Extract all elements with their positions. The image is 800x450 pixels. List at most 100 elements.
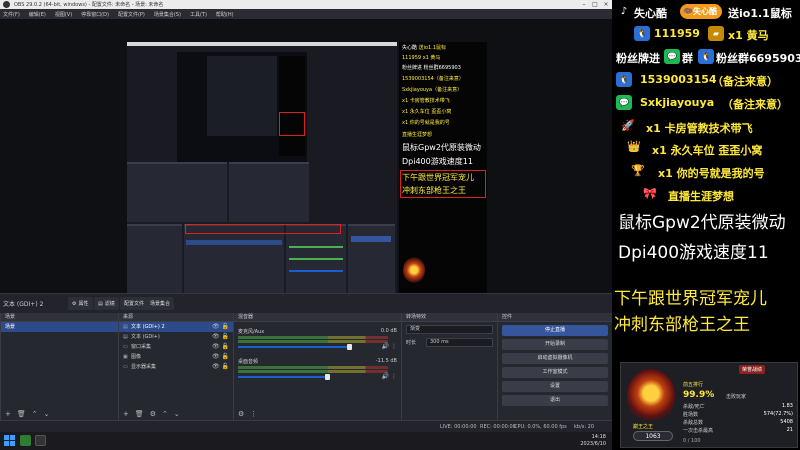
studio-mode-button[interactable]: 工作室模式 bbox=[502, 367, 608, 378]
volume-meter bbox=[238, 366, 388, 369]
rank-badge-icon bbox=[627, 369, 675, 423]
sources-footer: + 🗑 ⚙ ⌃ ⌄ bbox=[119, 408, 233, 420]
duration-input[interactable]: 300 ms bbox=[426, 338, 493, 347]
channel-db: 0.0 dB bbox=[380, 328, 397, 334]
donor-name: 失心酷 bbox=[634, 7, 667, 20]
scenes-panel: 场景 场景 + 🗑 ⌃ ⌄ bbox=[0, 313, 118, 420]
add-icon[interactable]: + bbox=[123, 410, 129, 418]
arrow-up-icon[interactable]: ⌃ bbox=[162, 410, 168, 418]
transition-type-select[interactable]: 渐变 bbox=[406, 325, 493, 334]
source-item[interactable]: ▭ 窗口采集 👁 🔓 bbox=[119, 342, 233, 352]
arrow-down-icon[interactable]: ⌄ bbox=[44, 410, 50, 418]
nested-pane-scenes bbox=[127, 224, 182, 299]
wechat-note: （备注来意） bbox=[722, 98, 788, 111]
eye-lock-icon[interactable]: 👁 🔓 bbox=[212, 362, 229, 372]
eye-lock-icon[interactable]: 👁 🔓 bbox=[212, 342, 229, 352]
fan-badge-icon: 🍩 bbox=[683, 7, 693, 16]
channel-name: 麦克风/Aux bbox=[238, 329, 265, 335]
source-item[interactable]: ▣ 图像 👁 🔓 bbox=[119, 352, 233, 362]
stat-key: 杀敌总数 bbox=[683, 420, 704, 426]
volume-fader-knob[interactable] bbox=[347, 344, 352, 350]
minimize-icon[interactable]: – bbox=[580, 1, 588, 8]
eye-lock-icon[interactable]: 👁 🔓 bbox=[212, 332, 229, 342]
scene-collection-button[interactable]: 场景集合 bbox=[146, 297, 175, 310]
filter-icon: ▤ bbox=[98, 300, 103, 307]
nested-pane-sources-2 bbox=[184, 224, 284, 299]
more-icon[interactable]: ⋮ bbox=[250, 410, 257, 418]
group-label: 群 bbox=[682, 52, 693, 65]
preview-area[interactable]: 失心酷 送io1.1鼠标 111959 x1 黄马 粉丝牌进 粉丝群669590… bbox=[0, 19, 612, 308]
stat-value: 21 bbox=[786, 427, 793, 433]
nested-big2: Dpi400游戏速度11 bbox=[402, 157, 473, 166]
text-icon: ▤ bbox=[123, 334, 128, 340]
channel-name: 桌面音频 bbox=[238, 359, 259, 365]
menu-help[interactable]: 帮助(H) bbox=[216, 11, 234, 18]
filters-button[interactable]: ▤ 滤镜 bbox=[94, 297, 119, 310]
trash-icon[interactable]: 🗑 bbox=[17, 410, 26, 418]
mixer-panel: 混音器 麦克风/Aux 0.0 dB 🔊 ⋮ 桌面音频 -11.5 dB 🔊 ⋮… bbox=[233, 313, 401, 420]
menu-scene-collection[interactable]: 场景集合(S) bbox=[154, 11, 181, 18]
volume-fader-knob[interactable] bbox=[325, 374, 330, 380]
menu-profile[interactable]: 配置文件(P) bbox=[118, 11, 145, 18]
preview-canvas[interactable]: 失心酷 送io1.1鼠标 111959 x1 黄马 粉丝牌进 粉丝群669590… bbox=[127, 42, 487, 308]
more-icon[interactable]: ⋮ bbox=[391, 343, 397, 350]
nested-obs-capture bbox=[127, 42, 397, 304]
source-item[interactable]: ▤ 文本 (GDI+) 2 👁 🔓 bbox=[119, 322, 233, 332]
contact-note: （备注来意） bbox=[712, 75, 778, 88]
source-label: 文本 (GDI+) 2 bbox=[131, 324, 165, 330]
filters-label: 滤镜 bbox=[104, 301, 115, 307]
settings-button[interactable]: 设置 bbox=[502, 381, 608, 392]
qq-number: 111959 bbox=[654, 27, 700, 40]
add-icon[interactable]: + bbox=[5, 410, 11, 418]
gift-line6: x1 卡房管教技术带飞 bbox=[646, 122, 753, 135]
exit-button[interactable]: 退出 bbox=[502, 395, 608, 406]
profile-button[interactable]: 配置文件 bbox=[120, 297, 149, 310]
volume-fader-track[interactable] bbox=[238, 346, 347, 348]
profile-label: 配置文件 bbox=[124, 301, 145, 307]
nested-title-bar bbox=[127, 42, 397, 46]
volume-fader-track[interactable] bbox=[238, 376, 325, 378]
gift-line8: x1 你的号就是我的号 bbox=[658, 167, 765, 180]
more-icon[interactable]: ⋮ bbox=[391, 373, 397, 380]
source-label: 文本 (GDI+) bbox=[131, 334, 160, 340]
stop-streaming-button[interactable]: 停止直播 bbox=[502, 325, 608, 336]
source-item[interactable]: ▤ 文本 (GDI+) 👁 🔓 bbox=[119, 332, 233, 342]
source-item[interactable]: ▭ 显示器采集 👁 🔓 bbox=[119, 362, 233, 372]
scene-item[interactable]: 场景 bbox=[1, 322, 118, 332]
eye-lock-icon[interactable]: 👁 🔓 bbox=[212, 322, 229, 332]
trash-icon[interactable]: 🗑 bbox=[135, 410, 144, 418]
clock: 14:18 2023/6/10 bbox=[580, 434, 606, 448]
status-bar: LIVE: 00:00:00 REC: 00:00:00 CPU: 0.0%, … bbox=[0, 420, 612, 432]
honor-tab[interactable]: 荣誉战绩 bbox=[739, 365, 766, 374]
close-icon[interactable]: × bbox=[602, 1, 610, 8]
arrow-up-icon[interactable]: ⌃ bbox=[32, 410, 38, 418]
wechat-icon: 💬 bbox=[664, 49, 680, 64]
speaker-icon[interactable]: 🔊 bbox=[382, 343, 389, 350]
crown-gift-icon: 👑 bbox=[627, 140, 641, 153]
obs-logo-icon bbox=[3, 1, 10, 8]
menu-edit[interactable]: 编辑(E) bbox=[29, 11, 46, 18]
gear-icon[interactable]: ⚙ bbox=[150, 410, 156, 418]
nested-line4: 1539003154（备注来意） bbox=[402, 76, 464, 82]
stat-key: 杀敌/死亡 bbox=[683, 404, 705, 410]
gear-icon[interactable]: ⚙ bbox=[238, 410, 244, 418]
maximize-icon[interactable]: □ bbox=[591, 1, 599, 8]
start-virtual-camera-button[interactable]: 启动虚拟摄像机 bbox=[502, 353, 608, 364]
rank-score: 1063 bbox=[633, 431, 673, 441]
wechat-id: Sxkjiayouya bbox=[640, 96, 715, 109]
menu-view[interactable]: 视图(V) bbox=[55, 11, 72, 18]
rank-label: 前五排行 bbox=[683, 382, 704, 388]
menu-file[interactable]: 文件(F) bbox=[3, 11, 20, 18]
app-icon[interactable] bbox=[20, 435, 31, 446]
speaker-icon[interactable]: 🔊 bbox=[382, 373, 389, 380]
windows-start-icon[interactable] bbox=[4, 435, 15, 446]
properties-button[interactable]: ⚙ 属性 bbox=[68, 297, 93, 310]
gift-line1: 送io1.1鼠标 bbox=[728, 7, 792, 20]
obs-app-icon[interactable] bbox=[35, 435, 46, 446]
menu-tools[interactable]: 工具(T) bbox=[190, 11, 207, 18]
arrow-down-icon[interactable]: ⌄ bbox=[174, 410, 180, 418]
window-title: OBS 29.0.2 (64-bit, windows) - 配置文件: 未命名… bbox=[14, 2, 164, 8]
start-recording-button[interactable]: 开始录制 bbox=[502, 339, 608, 350]
eye-lock-icon[interactable]: 👁 🔓 bbox=[212, 352, 229, 362]
menu-docks[interactable]: 停靠窗口(D) bbox=[81, 11, 109, 18]
